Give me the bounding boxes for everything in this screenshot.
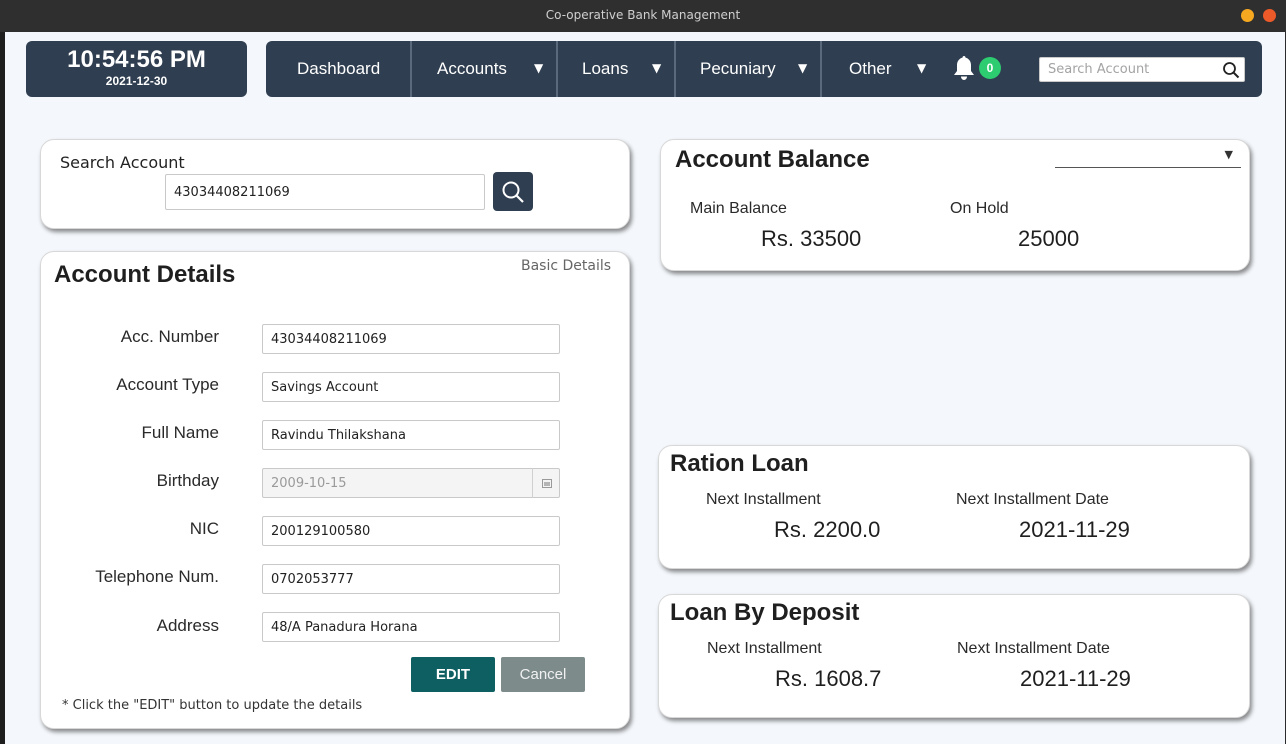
- calendar-button[interactable]: [532, 468, 560, 498]
- next-installment-date-value: 2021-11-29: [1019, 517, 1130, 542]
- telephone-field[interactable]: [262, 564, 560, 594]
- account-type-field[interactable]: [262, 372, 560, 402]
- nav-accounts[interactable]: Accounts: [437, 41, 507, 97]
- nic-field[interactable]: [262, 516, 560, 546]
- chevron-down-icon[interactable]: ▼: [652, 41, 661, 97]
- next-installment-date-label: Next Installment Date: [956, 491, 1109, 508]
- main-balance-value: Rs. 33500: [761, 226, 862, 251]
- search-icon[interactable]: [1222, 61, 1240, 79]
- birthday-field[interactable]: [262, 468, 560, 498]
- search-account-label: Search Account: [60, 153, 185, 172]
- chevron-down-icon[interactable]: ▼: [917, 41, 926, 97]
- nic-label: NIC: [189, 519, 219, 538]
- account-balance-card: Account Balance ▼ Main Balance Rs. 33500…: [660, 139, 1250, 271]
- main-balance-label: Main Balance: [690, 200, 787, 217]
- window-title: Co-operative Bank Management: [545, 8, 741, 22]
- chevron-down-icon[interactable]: ▼: [798, 41, 807, 97]
- loan-title: Ration Loan: [670, 450, 809, 477]
- loan-title: Loan By Deposit: [670, 599, 860, 626]
- chevron-down-icon: ▼: [1224, 148, 1233, 161]
- clock-panel: 10:54:56 PM 2021-12-30: [26, 41, 247, 97]
- account-search-input[interactable]: [165, 174, 485, 210]
- clock-time: 10:54:56 PM: [67, 46, 206, 73]
- full-name-label: Full Name: [141, 423, 219, 442]
- on-hold-label: On Hold: [950, 200, 1009, 217]
- clock-date: 2021-12-30: [105, 74, 168, 88]
- cancel-button[interactable]: Cancel: [501, 657, 585, 692]
- search-button[interactable]: [493, 172, 533, 211]
- account-type-label: Account Type: [116, 375, 219, 394]
- edit-button[interactable]: EDIT: [411, 657, 495, 692]
- acc-number-label: Acc. Number: [120, 327, 219, 346]
- address-label: Address: [156, 616, 219, 635]
- chevron-down-icon[interactable]: ▼: [534, 41, 543, 97]
- nav-search-input[interactable]: [1040, 58, 1216, 81]
- on-hold-value: 25000: [1018, 226, 1080, 251]
- next-installment-date-label: Next Installment Date: [957, 640, 1110, 657]
- nav-divider: [556, 41, 558, 97]
- nav-search-box: [1039, 57, 1245, 82]
- nav-divider: [674, 41, 676, 97]
- birthday-label: Birthday: [156, 471, 219, 490]
- calendar-icon: [541, 479, 552, 488]
- window-titlebar: Co-operative Bank Management: [0, 0, 1286, 32]
- full-name-field[interactable]: [262, 420, 560, 450]
- edit-hint-note: * Click the "EDIT" button to update the …: [62, 698, 363, 713]
- balance-dropdown[interactable]: ▼: [1055, 146, 1241, 168]
- address-field[interactable]: [262, 612, 560, 642]
- notification-badge: 0: [979, 57, 1001, 79]
- main-navbar: Dashboard Accounts ▼ Loans ▼ Pecuniary ▼…: [266, 41, 1262, 97]
- basic-details-label: Basic Details: [521, 258, 612, 274]
- next-installment-value: Rs. 1608.7: [775, 666, 882, 691]
- minimize-button[interactable]: [1241, 9, 1254, 22]
- nav-other[interactable]: Other: [849, 41, 892, 97]
- account-balance-title: Account Balance: [675, 146, 870, 173]
- nav-loans[interactable]: Loans: [582, 41, 628, 97]
- next-installment-label: Next Installment: [707, 640, 822, 657]
- app-window: 10:54:56 PM 2021-12-30 Dashboard Account…: [5, 32, 1285, 744]
- search-account-card: Search Account: [40, 139, 630, 229]
- close-button[interactable]: [1263, 9, 1276, 22]
- account-details-title: Account Details: [54, 261, 236, 288]
- bell-icon[interactable]: [952, 55, 976, 81]
- loan-by-deposit-card: Loan By Deposit Next Installment Rs. 160…: [658, 594, 1250, 718]
- nav-pecuniary[interactable]: Pecuniary: [700, 41, 776, 97]
- telephone-label: Telephone Num.: [95, 567, 219, 586]
- acc-number-field[interactable]: [262, 324, 560, 354]
- next-installment-date-value: 2021-11-29: [1020, 666, 1131, 691]
- nav-divider: [820, 41, 822, 97]
- next-installment-label: Next Installment: [706, 491, 821, 508]
- nav-dashboard[interactable]: Dashboard: [297, 41, 380, 97]
- nav-divider: [410, 41, 412, 97]
- account-details-card: Account Details Basic Details Acc. Numbe…: [40, 251, 630, 729]
- next-installment-value: Rs. 2200.0: [774, 517, 881, 542]
- ration-loan-card: Ration Loan Next Installment Rs. 2200.0 …: [658, 445, 1250, 569]
- search-icon: [502, 181, 524, 203]
